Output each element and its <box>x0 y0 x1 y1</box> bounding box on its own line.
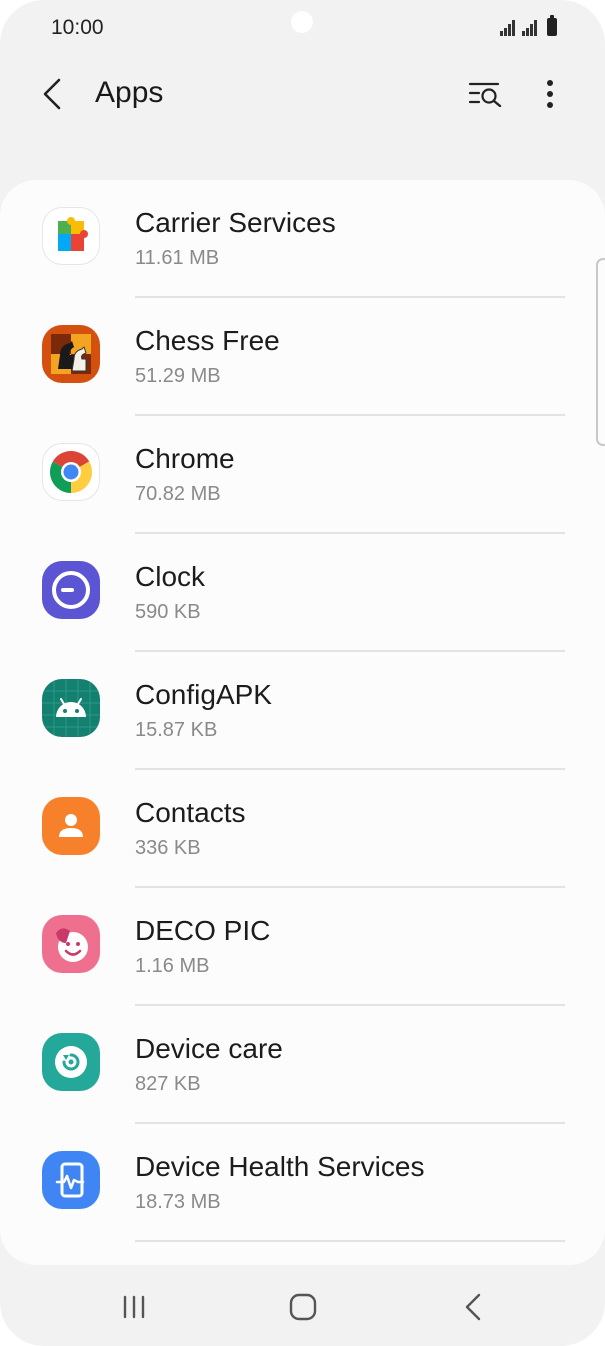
app-size: 11.61 MB <box>135 247 220 269</box>
divider <box>135 1240 565 1242</box>
app-size: 1.16 MB <box>135 955 210 977</box>
device-health-icon <box>42 1151 100 1209</box>
more-vert-icon <box>547 80 553 108</box>
signal-icon <box>500 19 517 36</box>
chrome-icon <box>42 443 100 501</box>
app-size: 336 KB <box>135 837 201 859</box>
list-item[interactable]: Chrome 70.82 MB <box>0 416 605 534</box>
scrollbar[interactable] <box>596 258 605 446</box>
battery-icon <box>547 15 557 36</box>
phone-screen: 10:00 Apps Carrier Services 11.61 MB Che… <box>0 0 605 1346</box>
page-title: Apps <box>95 76 164 109</box>
back-arrow-icon <box>465 1293 481 1321</box>
carrier-services-icon <box>42 207 100 265</box>
app-size: 827 KB <box>135 1073 201 1095</box>
status-icons <box>500 15 557 36</box>
app-name: Contacts <box>135 797 246 828</box>
chevron-left-icon <box>43 78 61 110</box>
list-item[interactable]: Device Health Services 18.73 MB <box>0 1124 605 1242</box>
app-size: 51.29 MB <box>135 365 221 387</box>
app-name: Clock <box>135 561 206 592</box>
app-name: DECO PIC <box>135 915 271 946</box>
app-name: Chess Free <box>135 325 280 356</box>
search-button[interactable] <box>462 70 510 118</box>
app-name: Carrier Services <box>135 207 336 238</box>
list-item[interactable]: Carrier Services 11.61 MB <box>0 180 605 298</box>
contacts-icon <box>42 797 100 855</box>
recent-apps-button[interactable] <box>104 1285 164 1329</box>
app-bar: Apps <box>0 58 605 130</box>
nav-back-button[interactable] <box>443 1285 503 1329</box>
chess-free-icon <box>42 325 100 383</box>
list-item[interactable]: Chess Free 51.29 MB <box>0 298 605 416</box>
app-size: 15.87 KB <box>135 719 218 741</box>
app-name: Device Health Services <box>135 1151 425 1182</box>
status-bar: 10:00 <box>0 0 605 58</box>
home-button[interactable] <box>273 1285 333 1329</box>
app-list: Carrier Services 11.61 MB Chess Free 51.… <box>0 180 605 1265</box>
list-item[interactable]: ConfigAPK 15.87 KB <box>0 652 605 770</box>
list-item[interactable]: Device care 827 KB <box>0 1006 605 1124</box>
deco-pic-icon <box>42 915 100 973</box>
back-button[interactable] <box>30 70 74 118</box>
status-time: 10:00 <box>51 16 104 39</box>
app-size: 590 KB <box>135 601 201 623</box>
list-item[interactable]: Contacts 336 KB <box>0 770 605 888</box>
clock-icon <box>42 561 100 619</box>
list-item[interactable]: DECO PIC 1.16 MB <box>0 888 605 1006</box>
list-item[interactable]: Clock 590 KB <box>0 534 605 652</box>
app-size: 18.73 MB <box>135 1191 221 1213</box>
front-camera <box>291 11 313 33</box>
signal-icon <box>522 19 539 36</box>
navigation-bar <box>0 1265 605 1346</box>
device-care-icon <box>42 1033 100 1091</box>
home-icon <box>289 1293 317 1321</box>
app-name: Device care <box>135 1033 283 1064</box>
android-icon <box>42 679 100 737</box>
app-size: 70.82 MB <box>135 483 221 505</box>
recents-icon <box>123 1295 145 1319</box>
app-name: ConfigAPK <box>135 679 272 710</box>
search-list-icon <box>468 82 502 107</box>
more-options-button[interactable] <box>528 70 572 118</box>
app-name: Chrome <box>135 443 235 474</box>
